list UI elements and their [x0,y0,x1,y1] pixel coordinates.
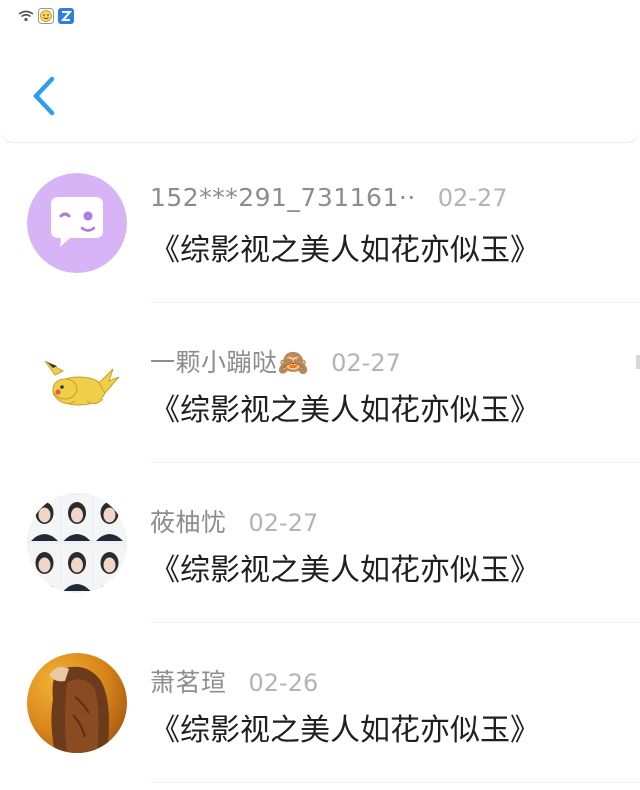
grid-cell [29,495,60,541]
name-line: 莜柚忧 02-27 [150,503,318,539]
user-name: 152***291_731161·· [150,183,416,212]
name-line: 萧茗瑄 02-26 [150,663,318,699]
status-icons [18,8,74,24]
chat-bubble-avatar[interactable] [27,173,127,273]
photo-grid-avatar[interactable] [27,493,127,593]
list-item[interactable]: 152***291_731161·· 02-27 《综影视之美人如花亦似玉》 [0,143,640,303]
app-badge-icon [58,8,74,24]
pikachu-icon [44,360,120,406]
name-line: 一颗小蹦哒🙈 02-27 [150,343,401,379]
message-date: 02-26 [248,669,319,697]
emoji-app-icon [38,8,54,24]
portrait-photo-avatar[interactable] [27,653,127,753]
chat-bubble-icon [27,173,127,273]
pikachu-avatar[interactable] [27,333,127,433]
list-item[interactable]: 萧茗瑄 02-26 《综影视之美人如花亦似玉》 [0,623,640,783]
user-name: 萧茗瑄 [150,668,227,697]
list-item[interactable]: 莜柚忧 02-27 《综影视之美人如花亦似玉》 [0,463,640,623]
portrait-photo [27,653,127,753]
user-name: 一颗小蹦哒🙈 [150,348,310,377]
message-text: 《综影视之美人如花亦似玉》 [150,553,540,588]
message-date: 02-27 [437,184,508,212]
wifi-icon [18,10,34,22]
message-date: 02-27 [248,509,319,537]
chevron-left-icon [33,76,55,116]
row-divider [150,782,640,783]
message-text: 《综影视之美人如花亦似玉》 [150,233,540,268]
back-button[interactable] [26,72,66,122]
message-text: 《综影视之美人如花亦似玉》 [150,713,540,748]
message-date: 02-27 [331,349,401,377]
message-list-page: 152***291_731161·· 02-27 《综影视之美人如花亦似玉》 一… [0,0,640,790]
message-list: 152***291_731161·· 02-27 《综影视之美人如花亦似玉》 一… [0,143,640,783]
side-marker [636,355,640,369]
list-item[interactable]: 一颗小蹦哒🙈 02-27 《综影视之美人如花亦似玉》 [0,303,640,463]
message-text: 《综影视之美人如花亦似玉》 [150,393,540,428]
photo-grid-image [27,493,127,593]
navigation-bar [0,30,640,143]
name-line: 152***291_731161·· 02-27 [150,183,508,212]
status-bar [0,0,640,30]
user-name: 莜柚忧 [150,508,227,537]
